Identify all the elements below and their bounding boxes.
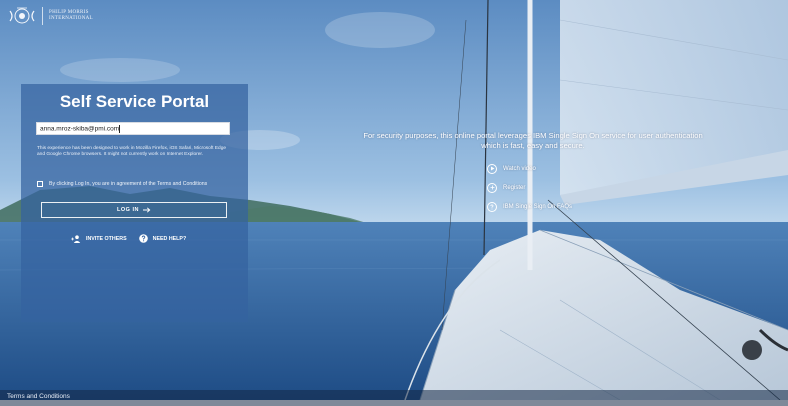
faq-icon <box>487 201 497 212</box>
invite-others-link[interactable]: INVITE OTHERS <box>71 234 127 243</box>
help-icon <box>138 234 148 243</box>
invite-others-label: INVITE OTHERS <box>86 235 127 242</box>
brand-divider <box>42 7 43 25</box>
sso-faq-label: IBM Single Sign On FAQs <box>503 203 573 210</box>
login-button[interactable]: LOG IN <box>41 202 227 218</box>
pmi-brand: PHILIP MORRIS INTERNATIONAL <box>8 6 93 26</box>
portal-title: Self Service Portal <box>59 92 210 111</box>
terms-and-conditions-link[interactable]: Terms and Conditions <box>7 393 70 400</box>
footer-bar <box>0 390 788 406</box>
add-user-icon <box>71 234 81 243</box>
need-help-link[interactable]: NEED HELP? <box>138 234 187 243</box>
login-button-label: LOG IN <box>117 207 139 213</box>
play-icon <box>487 163 497 174</box>
terms-checkbox[interactable] <box>37 181 43 187</box>
watch-video-link[interactable]: Watch video <box>487 159 572 178</box>
terms-agreement[interactable]: By clicking Log In, you are in agreement… <box>37 181 207 187</box>
login-page: PHILIP MORRIS INTERNATIONAL Self Service… <box>0 0 788 406</box>
watch-video-label: Watch video <box>503 165 536 172</box>
register-icon <box>487 182 497 193</box>
terms-agreement-text: By clicking Log In, you are in agreement… <box>49 181 208 187</box>
pmi-crest-logo <box>9 7 35 24</box>
arrow-right-icon <box>142 207 151 213</box>
browser-notice: This experience has been designed to wor… <box>37 146 227 157</box>
text-cursor <box>119 125 121 133</box>
register-link[interactable]: Register <box>487 178 572 197</box>
info-links: Watch video Register IBM Single Sign On … <box>487 159 572 216</box>
brand-name: PHILIP MORRIS INTERNATIONAL <box>49 10 93 21</box>
sso-faq-link[interactable]: IBM Single Sign On FAQs <box>487 197 572 216</box>
register-label: Register <box>503 184 526 191</box>
panel-links: INVITE OTHERS NEED HELP? <box>71 234 186 243</box>
security-message: For security purposes, this online porta… <box>363 131 703 150</box>
email-value: anna.mroz-skiba@pmi.com <box>40 125 120 133</box>
email-input[interactable]: anna.mroz-skiba@pmi.com <box>36 122 230 135</box>
need-help-label: NEED HELP? <box>152 235 187 242</box>
